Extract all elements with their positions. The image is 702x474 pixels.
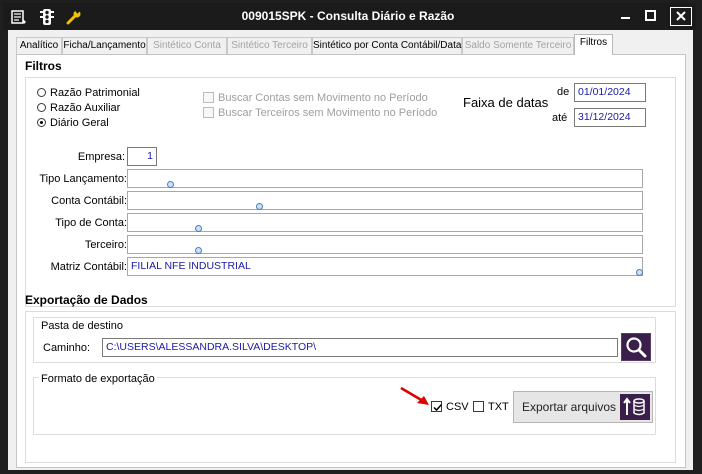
exportar-arquivos-button[interactable]: Exportar arquivos [513, 391, 653, 423]
caminho-label: Caminho: [43, 342, 91, 354]
title-bar[interactable]: 009015SPK - Consulta Diário e Razão [3, 3, 696, 30]
caminho-input[interactable]: C:\USERS\ALESSANDRA.SILVA\DESKTOP\ [102, 338, 618, 357]
export-database-icon [620, 394, 650, 420]
checkbox-box-checked[interactable] [431, 401, 443, 412]
browse-folder-button[interactable] [621, 333, 651, 361]
conta-contabil-input[interactable] [127, 191, 643, 210]
radio-label: Razão Patrimonial [50, 87, 140, 99]
radio-indicator-selected[interactable] [37, 118, 46, 127]
terceiro-label: Terceiro: [84, 239, 127, 251]
radio-label: Diário Geral [50, 117, 109, 129]
exportacao-title: Exportação de Dados [25, 293, 148, 307]
checkbox-label: Buscar Contas sem Movimento no Período [218, 92, 428, 104]
checkbox-label: Buscar Terceiros sem Movimento no Períod… [218, 107, 438, 119]
csv-label: CSV [446, 401, 469, 413]
empresa-label: Empresa: [77, 151, 125, 163]
matriz-contabil-input[interactable]: FILIAL NFE INDUSTRIAL [127, 257, 643, 276]
maximize-icon[interactable] [643, 8, 659, 24]
tipo-lancamento-label: Tipo Lançamento: [39, 173, 127, 185]
conta-contabil-label: Conta Contábil: [51, 195, 127, 207]
lookup-icon[interactable] [195, 247, 202, 254]
date-from-input[interactable]: 01/01/2024 [574, 83, 646, 102]
wrench-icon[interactable] [66, 9, 82, 25]
minimize-icon[interactable] [618, 8, 634, 24]
checkbox-terceiros-sem-movimento[interactable]: Buscar Terceiros sem Movimento no Períod… [203, 107, 437, 119]
tipo-conta-label: Tipo de Conta: [55, 217, 127, 229]
radio-indicator[interactable] [37, 88, 46, 97]
date-range-label: Faixa de datas [463, 95, 549, 110]
close-icon[interactable] [670, 7, 692, 26]
radio-razao-auxiliar[interactable]: Razão Auxiliar [37, 102, 120, 116]
tab-sintetico-conta[interactable]: Sintético Conta [147, 37, 227, 54]
lookup-icon[interactable] [636, 269, 643, 276]
tab-analitico[interactable]: Analítico [16, 37, 62, 54]
checkbox-box[interactable] [473, 401, 484, 412]
radio-label: Razão Auxiliar [50, 102, 121, 114]
date-to-label: até [552, 112, 568, 124]
tab-filtros[interactable]: Filtros [574, 34, 613, 55]
red-arrow-annotation [399, 386, 433, 411]
txt-label: TXT [488, 401, 509, 413]
csv-checkbox[interactable]: CSV [431, 401, 469, 413]
window-client-area: Analítico Ficha/Lançamento Sintético Con… [8, 30, 693, 470]
terceiro-input[interactable] [127, 235, 643, 254]
lookup-icon[interactable] [167, 181, 174, 188]
radio-indicator[interactable] [37, 103, 46, 112]
date-to-input[interactable]: 31/12/2024 [574, 108, 646, 127]
tab-ficha-lancamento[interactable]: Ficha/Lançamento [62, 37, 147, 54]
exportar-arquivos-label: Exportar arquivos [522, 400, 617, 414]
menu-list-icon[interactable] [11, 9, 27, 25]
formato-exportacao-legend: Formato de exportação [39, 373, 157, 385]
lookup-icon[interactable] [195, 225, 202, 232]
date-from-label: de [557, 86, 570, 98]
radio-razao-patrimonial[interactable]: Razão Patrimonial [37, 87, 140, 101]
tab-sintetico-conta-data[interactable]: Sintético por Conta Contábil/Data [312, 37, 462, 54]
lookup-icon[interactable] [256, 203, 263, 210]
app-window: 009015SPK - Consulta Diário e Razão Anal… [0, 0, 702, 474]
empresa-input[interactable]: 1 [127, 147, 157, 166]
matriz-contabil-label: Matriz Contábil: [50, 261, 127, 273]
window-title: 009015SPK - Consulta Diário e Razão [241, 9, 455, 23]
filtros-panel: Filtros Razão Patrimonial Razão Auxiliar… [16, 54, 686, 468]
txt-checkbox[interactable]: TXT [473, 401, 509, 413]
radio-diario-geral[interactable]: Diário Geral [37, 117, 109, 131]
tipo-conta-input[interactable] [127, 213, 643, 232]
search-icon [622, 337, 650, 363]
pasta-destino-legend: Pasta de destino [39, 320, 125, 332]
traffic-light-icon[interactable] [39, 9, 55, 25]
checkbox-contas-sem-movimento[interactable]: Buscar Contas sem Movimento no Período [203, 92, 428, 104]
checkbox-box[interactable] [203, 107, 214, 118]
filtros-title: Filtros [25, 59, 62, 73]
tipo-lancamento-input[interactable] [127, 169, 643, 188]
checkbox-box[interactable] [203, 92, 214, 103]
tab-saldo-terceiro[interactable]: Saldo Somente Terceiro [462, 37, 574, 54]
tab-sintetico-terceiro[interactable]: Sintético Terceiro [227, 37, 312, 54]
